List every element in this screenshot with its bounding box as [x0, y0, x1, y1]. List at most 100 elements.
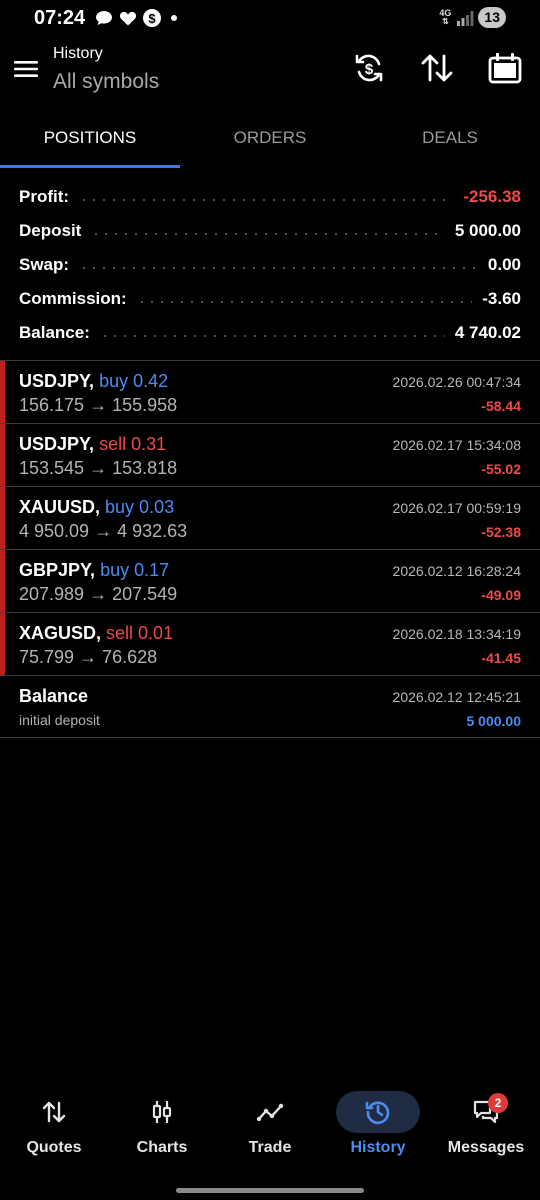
status-time: 07:24 [34, 7, 86, 29]
network-indicator: 4G ⇅ [438, 9, 452, 26]
nav-messages[interactable]: 2 Messages [432, 1086, 540, 1170]
position-symbol-line: XAGUSD, sell 0.01 [19, 623, 173, 644]
dotted-leader [79, 267, 478, 269]
status-notification-icons: $ [94, 8, 182, 28]
balance-note: initial deposit [19, 712, 100, 728]
account-summary: Profit: -256.38 Deposit 5 000.00 Swap: 0… [19, 180, 521, 350]
position-row[interactable]: USDJPY, sell 0.31 153.545 → 153.818 2026… [0, 423, 540, 486]
position-time: 2026.02.26 00:47:34 [392, 374, 521, 390]
sync-currency-icon[interactable]: $ [351, 50, 387, 86]
nav-history[interactable]: History [324, 1086, 432, 1170]
position-profit: -55.02 [481, 461, 521, 477]
chat-bubble-icon [96, 11, 112, 25]
nav-label: Charts [136, 1139, 188, 1156]
summary-profit-value: -256.38 [463, 187, 521, 206]
sort-icon[interactable] [419, 50, 455, 86]
summary-balance-value: 4 740.02 [454, 323, 521, 342]
balance-amount: 5 000.00 [466, 713, 522, 729]
signal-icon [457, 10, 474, 26]
dotted-leader [136, 301, 473, 303]
position-profit: -58.44 [481, 398, 521, 414]
position-time: 2026.02.17 15:34:08 [392, 437, 521, 453]
nav-label: Quotes [26, 1139, 82, 1156]
trade-line-icon [256, 1103, 284, 1122]
status-bar: 07:24 $ 4G ⇅ 13 [0, 0, 540, 36]
summary-label: Balance: [19, 323, 90, 342]
bottom-navigation: Quotes Charts Trade History 2 Messages [0, 1086, 540, 1170]
summary-swap-value: 0.00 [487, 255, 521, 274]
position-side: buy 0.42 [99, 371, 169, 391]
messages-badge: 2 [488, 1093, 508, 1113]
summary-label: Profit: [19, 187, 70, 206]
calendar-icon[interactable] [487, 50, 523, 86]
dot-icon [171, 15, 177, 21]
position-row[interactable]: USDJPY, buy 0.42 156.175 → 155.958 2026.… [0, 360, 540, 423]
dotted-leader [99, 335, 445, 337]
quotes-arrows-icon [42, 1101, 66, 1123]
nav-quotes[interactable]: Quotes [0, 1086, 108, 1170]
tab-orders[interactable]: ORDERS [180, 110, 360, 168]
position-profit: -52.38 [481, 524, 521, 540]
position-prices: 153.545 → 153.818 [19, 458, 178, 478]
balance-row[interactable]: Balance initial deposit 2026.02.12 12:45… [0, 675, 540, 738]
summary-commission-row: Commission: -3.60 [19, 282, 521, 316]
position-symbol-line: GBPJPY, buy 0.17 [19, 560, 169, 581]
nav-label: Trade [248, 1139, 292, 1156]
position-prices: 4 950.09 → 4 932.63 [19, 521, 188, 541]
position-symbol: USDJPY, [19, 434, 95, 454]
heart-icon [119, 11, 137, 26]
header-subtitle: History [53, 45, 103, 62]
position-symbol: GBPJPY, [19, 560, 96, 580]
position-prices: 75.799 → 76.628 [19, 647, 158, 667]
dotted-leader [91, 233, 445, 235]
summary-balance-row: Balance: 4 740.02 [19, 316, 521, 350]
tab-deals[interactable]: DEALS [360, 110, 540, 168]
position-profit: -49.09 [481, 587, 521, 603]
menu-icon[interactable] [12, 55, 40, 83]
summary-profit-row: Profit: -256.38 [19, 180, 521, 214]
status-right: 4G ⇅ 13 [438, 7, 506, 28]
summary-label: Commission: [19, 289, 127, 308]
nav-label: History [350, 1139, 406, 1156]
app-header: History All symbols $ [0, 36, 540, 106]
position-time: 2026.02.12 16:28:24 [392, 563, 521, 579]
summary-deposit-value: 5 000.00 [454, 221, 521, 240]
position-row[interactable]: XAGUSD, sell 0.01 75.799 → 76.628 2026.0… [0, 612, 540, 675]
summary-label: Swap: [19, 255, 70, 274]
position-row[interactable]: GBPJPY, buy 0.17 207.989 → 207.549 2026.… [0, 549, 540, 612]
summary-commission-value: -3.60 [482, 289, 521, 308]
symbol-filter[interactable]: All symbols [53, 70, 159, 94]
data-arrows-icon: ⇅ [442, 17, 449, 26]
battery-indicator: 13 [478, 7, 506, 28]
summary-swap-row: Swap: 0.00 [19, 248, 521, 282]
position-symbol-line: USDJPY, buy 0.42 [19, 371, 168, 392]
position-time: 2026.02.18 13:34:19 [392, 626, 521, 642]
summary-deposit-row: Deposit 5 000.00 [19, 214, 521, 248]
position-side: sell 0.31 [99, 434, 167, 454]
position-symbol: XAUUSD, [19, 497, 101, 517]
position-symbol: XAGUSD, [19, 623, 102, 643]
svg-text:$: $ [148, 11, 156, 26]
balance-time: 2026.02.12 12:45:21 [392, 689, 521, 705]
dollar-circle-icon: $ [143, 9, 161, 27]
home-indicator[interactable] [176, 1188, 364, 1193]
tab-positions[interactable]: POSITIONS [0, 110, 180, 168]
position-symbol-line: XAUUSD, buy 0.03 [19, 497, 174, 518]
dotted-leader [79, 199, 454, 201]
nav-trade[interactable]: Trade [216, 1086, 324, 1170]
nav-charts[interactable]: Charts [108, 1086, 216, 1170]
position-symbol: USDJPY, [19, 371, 95, 391]
position-profit: -41.45 [481, 650, 521, 666]
position-symbol-line: USDJPY, sell 0.31 [19, 434, 166, 455]
position-row[interactable]: XAUUSD, buy 0.03 4 950.09 → 4 932.63 202… [0, 486, 540, 549]
svg-text:$: $ [365, 61, 374, 78]
balance-title: Balance [19, 686, 89, 706]
position-side: buy 0.17 [100, 560, 170, 580]
position-prices: 156.175 → 155.958 [19, 395, 178, 415]
position-side: buy 0.03 [105, 497, 175, 517]
summary-label: Deposit [19, 221, 82, 240]
nav-label: Messages [447, 1139, 525, 1156]
position-side: sell 0.01 [106, 623, 174, 643]
history-tabs: POSITIONS ORDERS DEALS [0, 110, 540, 168]
positions-list: USDJPY, buy 0.42 156.175 → 155.958 2026.… [0, 360, 540, 738]
